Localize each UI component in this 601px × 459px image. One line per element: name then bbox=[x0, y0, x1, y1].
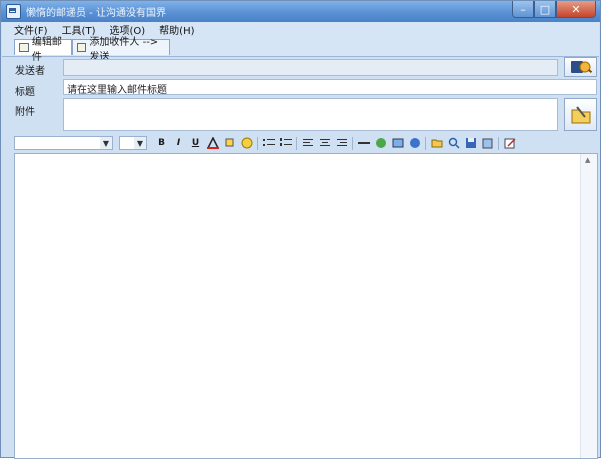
insert-link-button[interactable] bbox=[374, 137, 387, 150]
format-toolbar: ▼ ▼ B I U bbox=[14, 134, 599, 152]
chevron-down-icon: ▼ bbox=[100, 137, 112, 149]
subject-field[interactable]: 请在这里输入邮件标题 bbox=[63, 79, 597, 96]
align-left-button[interactable] bbox=[301, 137, 314, 150]
align-right-icon bbox=[336, 139, 347, 146]
emoticon-button[interactable] bbox=[240, 137, 253, 150]
insert-web-button[interactable] bbox=[408, 137, 421, 150]
title-bar: 懒惰的邮递员 - 让沟通没有国界 – □ ✕ bbox=[1, 1, 600, 22]
message-body-editor[interactable]: ▲ bbox=[14, 153, 598, 459]
smiley-icon bbox=[241, 137, 252, 149]
bold-button[interactable]: B bbox=[155, 137, 168, 150]
magnifier-icon bbox=[448, 137, 460, 149]
align-right-button[interactable] bbox=[335, 137, 348, 150]
maximize-button[interactable]: □ bbox=[534, 1, 556, 18]
underline-button[interactable]: U bbox=[189, 137, 202, 150]
tab-add-recipients[interactable]: 添加收件人 --> 发送 bbox=[72, 37, 170, 63]
template-button[interactable] bbox=[481, 137, 494, 150]
highlight-button[interactable] bbox=[223, 137, 236, 150]
bullet-list-icon bbox=[262, 139, 275, 146]
scroll-up-icon[interactable]: ▲ bbox=[585, 156, 590, 164]
template-icon bbox=[482, 138, 492, 149]
address-book-icon bbox=[570, 61, 592, 74]
attach-folder-icon bbox=[571, 105, 590, 123]
subject-value: 请在这里输入邮件标题 bbox=[67, 85, 167, 96]
pencil-icon bbox=[19, 43, 29, 52]
bullet-list-button[interactable] bbox=[262, 137, 275, 150]
globe-icon bbox=[409, 138, 420, 148]
attachment-field[interactable] bbox=[63, 98, 558, 131]
align-left-icon bbox=[302, 139, 313, 146]
tab-edit-mail[interactable]: 编辑邮件 bbox=[14, 37, 72, 63]
numbered-list-button[interactable] bbox=[279, 137, 292, 150]
horizontal-rule-button[interactable] bbox=[357, 137, 370, 150]
font-size-select[interactable]: ▼ bbox=[119, 136, 147, 150]
minimize-button[interactable]: – bbox=[512, 1, 534, 18]
tab-add-recipients-label: 添加收件人 --> 发送 bbox=[89, 36, 159, 63]
floppy-disk-icon bbox=[465, 138, 476, 148]
sender-picker-button[interactable] bbox=[564, 57, 597, 77]
toolbar-separator bbox=[296, 136, 297, 150]
tab-bar: 编辑邮件 添加收件人 --> 发送 bbox=[2, 36, 599, 63]
save-button[interactable] bbox=[464, 137, 477, 150]
preview-button[interactable] bbox=[447, 137, 460, 150]
toolbar-separator bbox=[425, 136, 426, 150]
font-color-icon bbox=[206, 137, 219, 149]
align-center-button[interactable] bbox=[318, 137, 331, 150]
chevron-down-icon: ▼ bbox=[134, 137, 146, 149]
insert-image-button[interactable] bbox=[391, 137, 404, 150]
add-attachment-button[interactable] bbox=[564, 98, 597, 131]
toolbar-separator bbox=[498, 136, 499, 150]
italic-button[interactable]: I bbox=[172, 137, 185, 150]
font-color-button[interactable] bbox=[206, 137, 219, 150]
sender-label: 发送者 bbox=[15, 66, 45, 77]
envelope-icon bbox=[77, 43, 87, 52]
window-controls: – □ ✕ bbox=[512, 1, 596, 18]
subject-label: 标题 bbox=[15, 87, 35, 98]
open-button[interactable] bbox=[430, 137, 443, 150]
sender-field[interactable] bbox=[63, 59, 558, 76]
image-icon bbox=[392, 138, 403, 148]
toolbar-separator bbox=[257, 136, 258, 150]
tab-edit-mail-label: 编辑邮件 bbox=[31, 36, 62, 63]
signature-button[interactable] bbox=[503, 137, 516, 150]
mail-app-icon bbox=[6, 4, 21, 19]
font-family-select[interactable]: ▼ bbox=[14, 136, 113, 150]
folder-icon bbox=[431, 139, 442, 148]
attachment-label: 附件 bbox=[15, 107, 35, 118]
vertical-scrollbar[interactable]: ▲ bbox=[580, 154, 597, 458]
align-center-icon bbox=[319, 139, 330, 146]
window-title: 懒惰的邮递员 - 让沟通没有国界 bbox=[26, 8, 166, 19]
main-window: 懒惰的邮递员 - 让沟通没有国界 – □ ✕ 文件(F) 工具(T) 选项(O)… bbox=[0, 0, 601, 459]
close-button[interactable]: ✕ bbox=[556, 1, 596, 18]
toolbar-separator bbox=[352, 136, 353, 150]
edit-note-icon bbox=[504, 138, 516, 149]
highlight-icon bbox=[225, 138, 233, 147]
numbered-list-icon bbox=[279, 138, 292, 146]
link-icon bbox=[375, 138, 386, 148]
horizontal-rule-icon bbox=[357, 142, 370, 144]
